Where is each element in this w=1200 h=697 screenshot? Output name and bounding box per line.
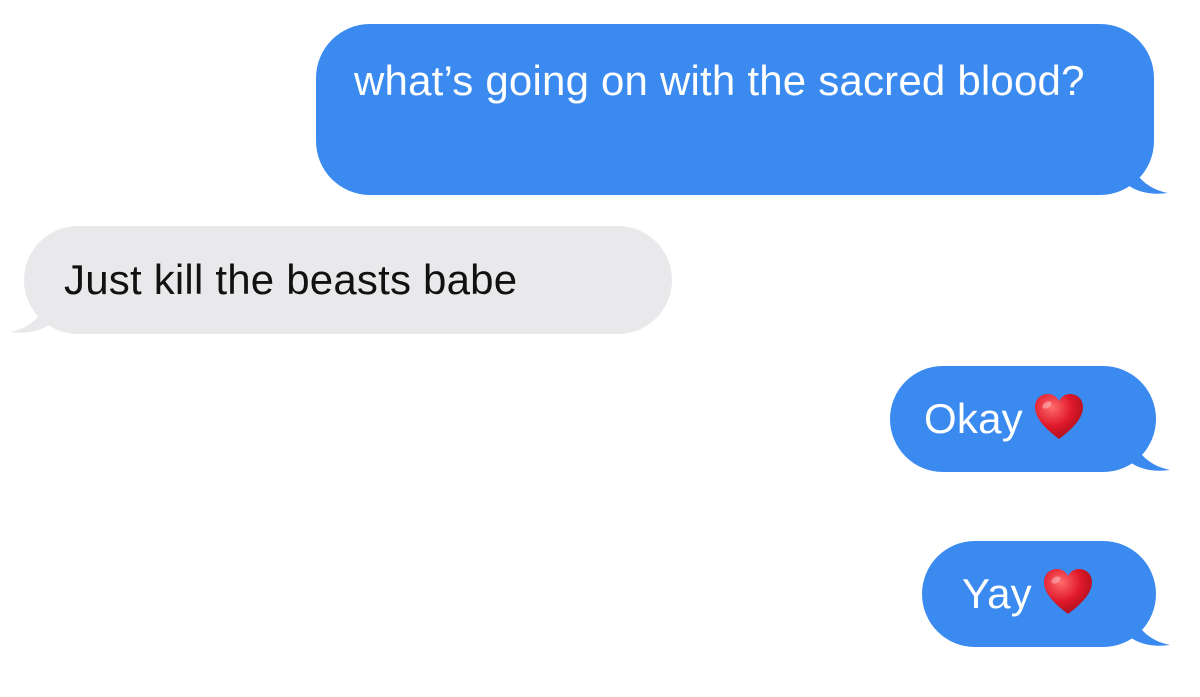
bubble-tail xyxy=(10,294,50,333)
bubble-tail xyxy=(1130,432,1170,471)
sent-message-bubble[interactable]: Yay xyxy=(922,541,1170,647)
message-text: Just kill the beasts babe xyxy=(64,256,518,303)
message-thread: what’s going on with the sacred blood? J… xyxy=(0,0,1200,697)
received-message-bubble[interactable]: Just kill the beasts babe xyxy=(10,226,672,334)
sent-message-bubble[interactable]: Okay xyxy=(890,366,1170,472)
bubble-tail xyxy=(1130,607,1170,646)
message-text: Okay xyxy=(924,395,1023,442)
red-heart-icon xyxy=(1034,394,1083,439)
sent-message-bubble[interactable]: what’s going on with the sacred blood? xyxy=(316,24,1168,195)
bubble-tail xyxy=(1128,155,1168,194)
message-text: what’s going on with the sacred blood? xyxy=(354,57,1085,104)
message-text: Yay xyxy=(962,570,1032,617)
red-heart-icon xyxy=(1043,569,1092,614)
